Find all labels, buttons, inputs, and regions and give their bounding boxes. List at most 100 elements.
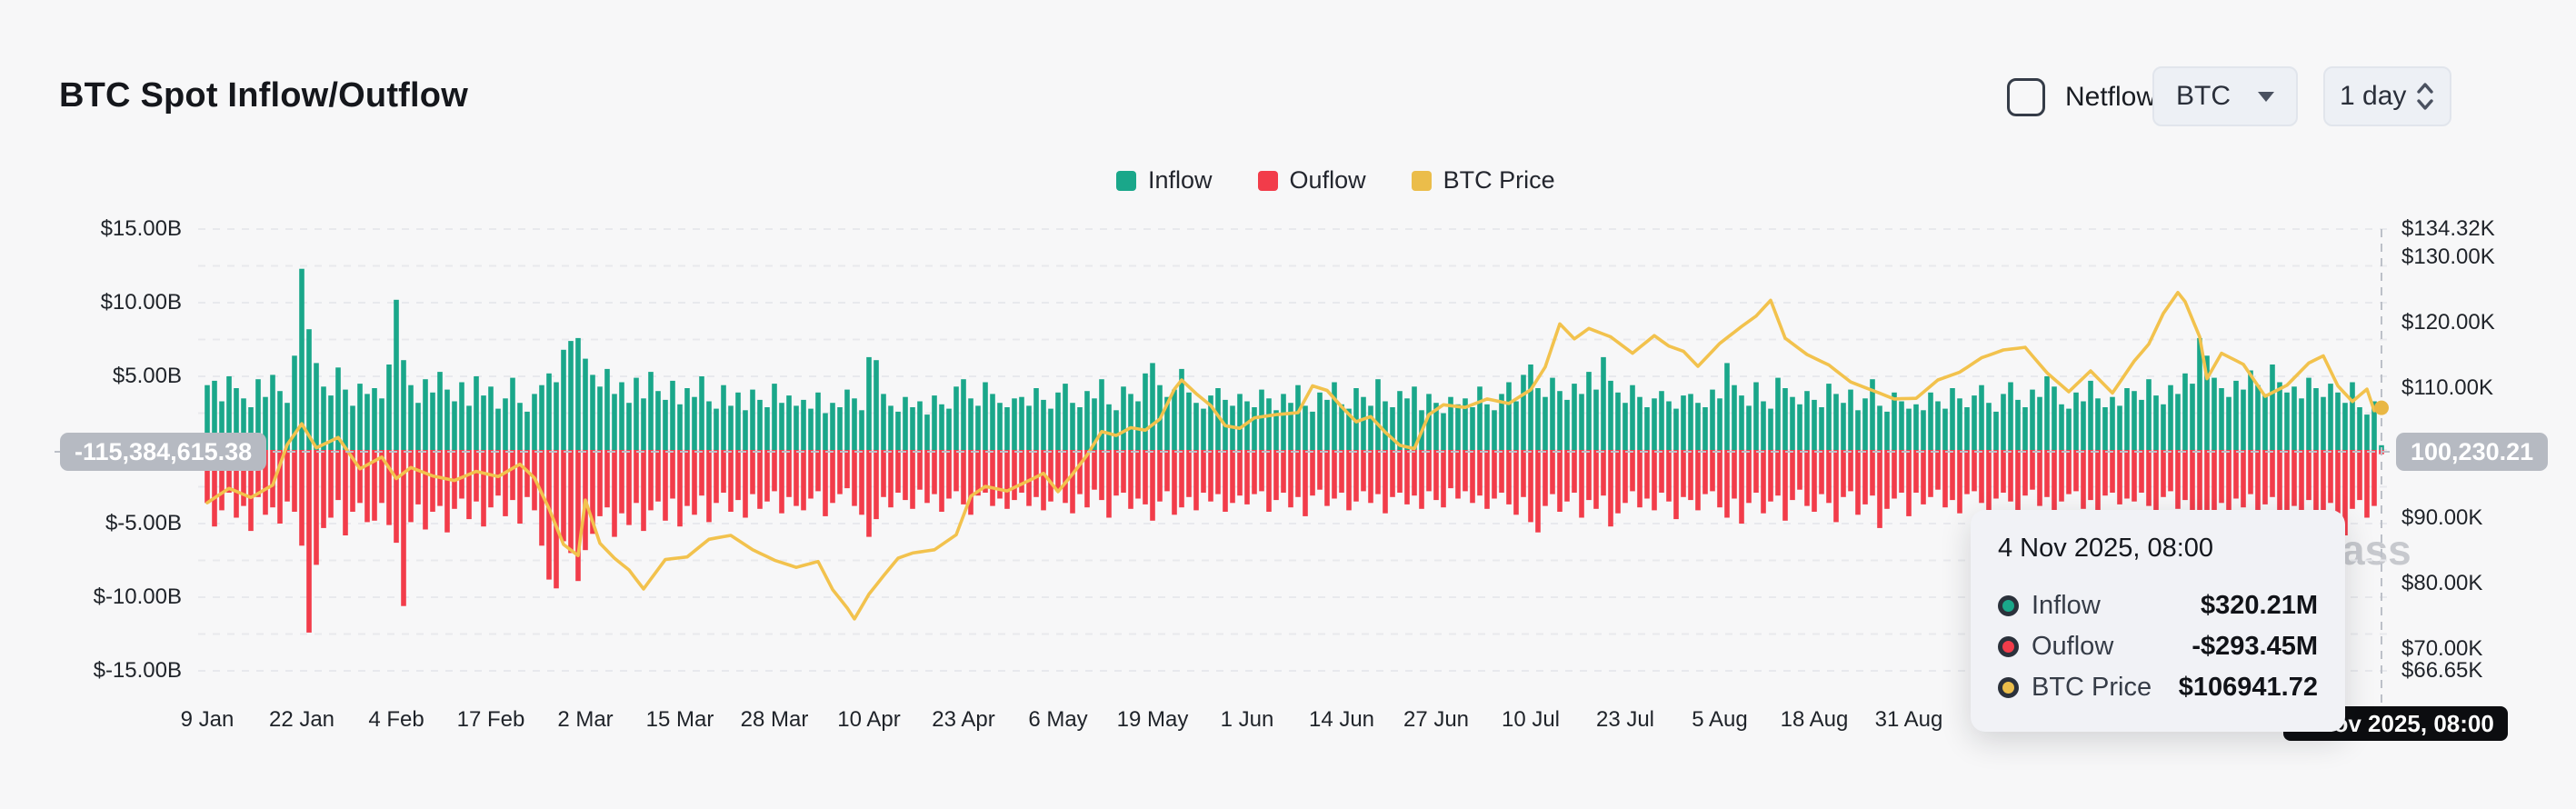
outflow-bar[interactable] [1223, 450, 1228, 512]
inflow-bar[interactable] [2175, 394, 2181, 450]
outflow-bar[interactable] [1666, 450, 1672, 502]
inflow-bar[interactable] [2335, 393, 2341, 450]
outflow-bar[interactable] [1477, 450, 1483, 495]
outflow-bar[interactable] [692, 450, 697, 514]
outflow-bar[interactable] [699, 450, 704, 495]
outflow-bar[interactable] [2226, 450, 2232, 516]
outflow-bar[interactable] [1179, 450, 1184, 507]
outflow-bar[interactable] [1579, 450, 1584, 518]
outflow-bar[interactable] [1441, 450, 1446, 507]
outflow-bar[interactable] [1266, 450, 1272, 512]
outflow-bar[interactable] [510, 450, 515, 500]
outflow-bar[interactable] [881, 450, 886, 497]
outflow-bar[interactable] [1826, 450, 1832, 503]
inflow-bar[interactable] [1099, 379, 1104, 450]
outflow-bar[interactable] [1804, 450, 1810, 506]
outflow-bar[interactable] [823, 450, 828, 516]
outflow-bar[interactable] [1593, 450, 1599, 509]
outflow-bar[interactable] [1164, 450, 1170, 491]
inflow-bar[interactable] [634, 378, 639, 450]
inflow-bar[interactable] [495, 409, 501, 450]
outflow-bar[interactable] [481, 450, 486, 526]
inflow-bar[interactable] [1506, 383, 1512, 451]
outflow-bar[interactable] [1535, 450, 1541, 533]
outflow-bar[interactable] [903, 450, 908, 500]
inflow-bar[interactable] [2168, 385, 2173, 450]
inflow-bar[interactable] [568, 341, 574, 450]
outflow-bar[interactable] [946, 450, 952, 499]
inflow-bar[interactable] [554, 383, 559, 451]
inflow-bar[interactable] [1884, 412, 1890, 450]
outflow-bar[interactable] [2313, 450, 2319, 510]
outflow-bar[interactable] [895, 450, 901, 493]
outflow-bar[interactable] [2175, 450, 2181, 509]
inflow-bar[interactable] [2066, 409, 2072, 450]
inflow-bar[interactable] [1368, 405, 1373, 450]
inflow-bar[interactable] [2190, 384, 2195, 450]
inflow-bar[interactable] [1033, 388, 1039, 450]
inflow-bar[interactable] [1535, 388, 1541, 450]
outflow-bar[interactable] [415, 450, 421, 504]
outflow-bar[interactable] [2110, 450, 2115, 493]
outflow-bar[interactable] [743, 450, 748, 518]
inflow-bar[interactable] [1913, 404, 1919, 450]
inflow-bar[interactable] [750, 390, 755, 450]
inflow-bar[interactable] [2095, 398, 2101, 450]
outflow-bar[interactable] [444, 450, 450, 533]
outflow-bar[interactable] [1870, 450, 1875, 495]
inflow-bar[interactable] [983, 383, 988, 451]
inflow-bar[interactable] [1935, 402, 1941, 451]
outflow-bar[interactable] [917, 450, 923, 490]
inflow-bar[interactable] [1361, 397, 1366, 450]
inflow-bar[interactable] [2073, 393, 2079, 450]
outflow-bar[interactable] [488, 450, 494, 507]
outflow-bar[interactable] [1339, 450, 1344, 493]
inflow-bar[interactable] [808, 409, 814, 450]
outflow-bar[interactable] [2015, 450, 2021, 514]
outflow-bar[interactable] [285, 450, 290, 502]
outflow-bar[interactable] [2248, 450, 2253, 494]
inflow-bar[interactable] [1310, 412, 1315, 450]
outflow-bar[interactable] [335, 450, 341, 500]
inflow-bar[interactable] [1070, 403, 1075, 450]
inflow-bar[interactable] [1077, 407, 1083, 450]
inflow-bar[interactable] [1484, 404, 1490, 450]
outflow-bar[interactable] [2066, 450, 2072, 494]
inflow-bar[interactable] [1608, 381, 1613, 450]
inflow-bar[interactable] [641, 398, 646, 450]
inflow-bar[interactable] [2262, 394, 2268, 450]
inflow-bar[interactable] [1688, 394, 1693, 450]
inflow-bar[interactable] [823, 414, 828, 451]
inflow-bar[interactable] [1593, 390, 1599, 450]
inflow-bar[interactable] [830, 403, 835, 450]
outflow-bar[interactable] [1884, 450, 1890, 509]
inflow-bar[interactable] [1404, 398, 1410, 450]
inflow-bar[interactable] [888, 405, 894, 450]
outflow-bar[interactable] [1143, 450, 1148, 504]
outflow-bar[interactable] [1455, 450, 1461, 499]
outflow-bar[interactable] [1433, 450, 1439, 500]
inflow-bar[interactable] [699, 376, 704, 450]
outflow-bar[interactable] [2102, 450, 2108, 495]
inflow-bar[interactable] [2153, 395, 2159, 450]
outflow-bar[interactable] [1972, 450, 1977, 491]
inflow-bar[interactable] [1972, 395, 1977, 450]
outflow-bar[interactable] [1070, 450, 1075, 514]
inflow-bar[interactable] [2328, 384, 2333, 450]
inflow-bar[interactable] [1746, 405, 1752, 450]
inflow-bar[interactable] [503, 398, 508, 450]
inflow-bar[interactable] [2350, 383, 2355, 451]
inflow-bar[interactable] [1063, 384, 1068, 450]
outflow-bar[interactable] [1724, 450, 1730, 518]
outflow-bar[interactable] [663, 450, 668, 521]
outflow-bar[interactable] [2262, 450, 2268, 504]
outflow-bar[interactable] [1208, 450, 1213, 502]
inflow-bar[interactable] [459, 383, 464, 451]
inflow-bar[interactable] [1143, 374, 1148, 450]
inflow-bar[interactable] [1993, 412, 1999, 450]
inflow-bar[interactable] [903, 397, 908, 450]
outflow-bar[interactable] [1855, 450, 1861, 514]
inflow-bar[interactable] [1201, 409, 1206, 450]
outflow-bar[interactable] [2364, 450, 2370, 518]
outflow-bar[interactable] [430, 450, 435, 512]
